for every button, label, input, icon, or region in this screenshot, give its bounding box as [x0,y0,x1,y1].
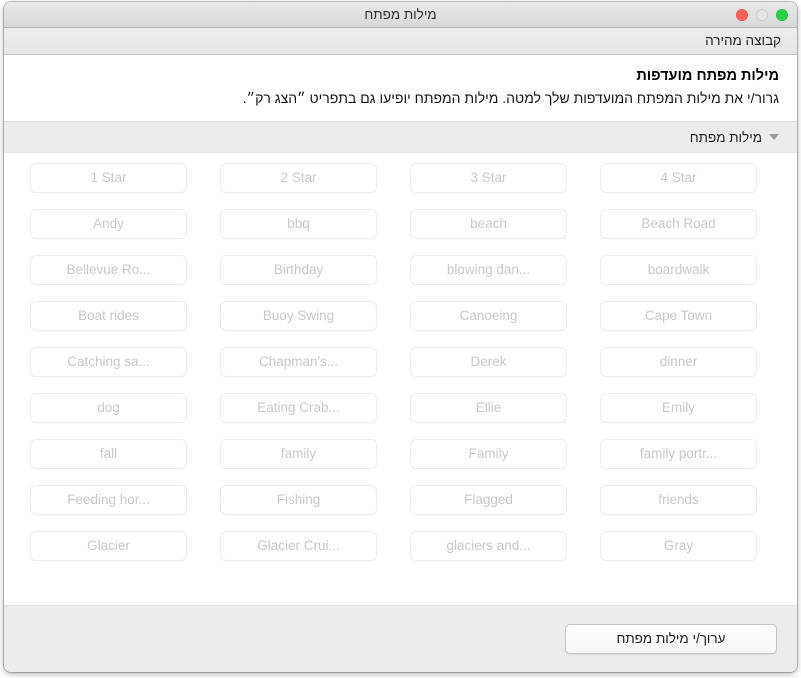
keywords-section-title: מילות מפתח [689,129,762,145]
keyword-button[interactable]: Glacier [30,531,187,562]
chevron-down-icon[interactable] [769,134,779,141]
keywords-section-header[interactable]: מילות מפתח [4,121,797,154]
keyword-button[interactable]: dog [30,393,187,424]
intro-title: מילות מפתח מועדפות [636,68,779,84]
keyword-button[interactable]: Family [410,439,567,470]
keyword-button[interactable]: 1 Star [30,163,187,194]
close-button[interactable] [776,8,788,21]
window-controls [736,2,788,27]
quick-group-label: קבוצה מהירה [705,33,781,49]
keyword-button[interactable]: Flagged [410,485,567,516]
intro-description: גרור/י את מילות המפתח המועדפות שלך למטה.… [242,90,779,107]
keyword-button[interactable]: family [220,439,377,470]
keyword-button[interactable]: blowing dan... [410,255,567,286]
keyword-button[interactable]: Feeding hor... [30,485,187,516]
keywords-scroll-area[interactable]: 1 Star 2 Star 3 Star 4 Star Andy bbq beach Beac… [4,153,797,605]
keyword-button[interactable]: Canoeing [410,301,567,332]
keyword-button[interactable]: Catching sa... [30,347,187,378]
window-titlebar: מילות מפתח [4,2,797,28]
keyword-button[interactable]: Fishing [220,485,377,516]
keywords-window: מילות מפתח קבוצה מהירה מילות מפתח מועדפו… [4,2,797,672]
keyword-button[interactable]: Chapman's... [220,347,377,378]
keyword-button[interactable]: Ellie [410,393,567,424]
keyword-button[interactable]: bbq [220,209,377,240]
zoom-button[interactable] [736,8,748,21]
keyword-button[interactable]: Eating Crab... [220,393,377,424]
keyword-button[interactable]: dinner [600,347,757,378]
toolbar: קבוצה מהירה [4,28,797,55]
minimize-button[interactable] [756,8,768,21]
keyword-button[interactable]: Gray [600,531,757,562]
keyword-button[interactable]: Birthday [220,255,377,286]
keyword-button[interactable]: glaciers and... [410,531,567,562]
keyword-button[interactable]: fall [30,439,187,470]
keyword-button[interactable]: Cape Town [600,301,757,332]
keyword-button[interactable]: 3 Star [410,163,567,194]
keyword-button[interactable]: 2 Star [220,163,377,194]
keywords-grid: 1 Star 2 Star 3 Star 4 Star Andy bbq beach Beac… [30,163,771,562]
keyword-button[interactable]: family portr... [600,439,757,470]
keyword-button[interactable]: Derek [410,347,567,378]
window-title: מילות מפתח [364,6,437,22]
keyword-button[interactable]: Glacier Crui... [220,531,377,562]
intro-panel: מילות מפתח מועדפות גרור/י את מילות המפתח… [4,55,797,122]
keyword-button[interactable]: Emily [600,393,757,424]
keyword-button[interactable]: Bellevue Ro... [30,255,187,286]
keyword-button[interactable]: beach [410,209,567,240]
keyword-button[interactable]: 4 Star [600,163,757,194]
edit-keywords-button[interactable]: ערוך/י מילות מפתח [565,624,777,654]
keyword-button[interactable]: friends [600,485,757,516]
keyword-button[interactable]: Buoy Swing [220,301,377,332]
keyword-button[interactable]: Beach Road [600,209,757,240]
window-footer: ערוך/י מילות מפתח [4,605,797,672]
keyword-button[interactable]: Boat rides [30,301,187,332]
keyword-button[interactable]: Andy [30,209,187,240]
keyword-button[interactable]: boardwalk [600,255,757,286]
